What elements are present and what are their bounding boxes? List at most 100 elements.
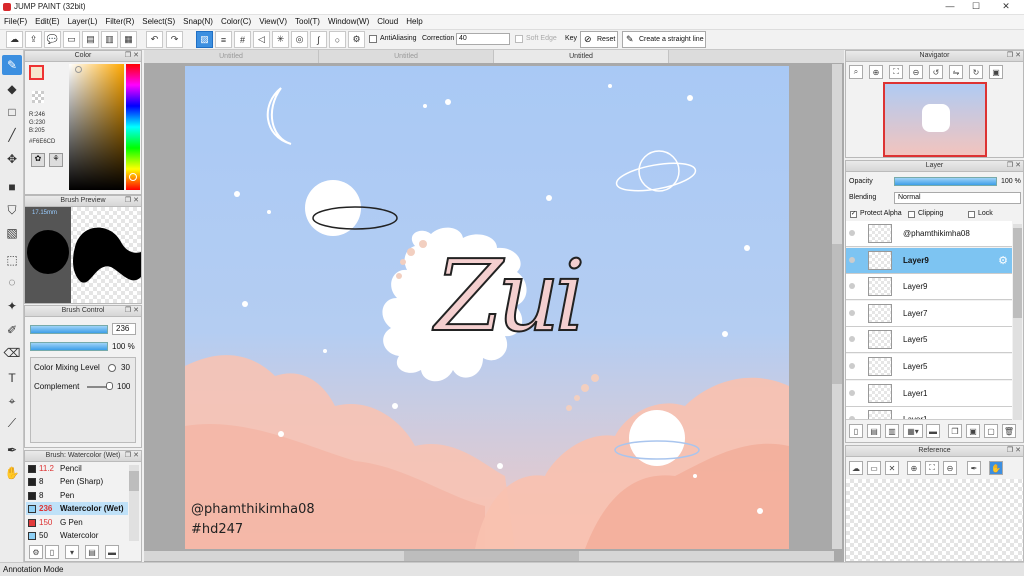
redo-icon[interactable]: ↷	[166, 31, 183, 48]
hand-tool-icon[interactable]: ✋	[2, 463, 22, 483]
merge-layer-icon[interactable]: ▣	[966, 424, 980, 438]
reference-area[interactable]	[846, 479, 1023, 561]
menu-filter[interactable]: Filter(R)	[101, 15, 138, 28]
delete-layer-icon[interactable]: 🗑	[1002, 424, 1016, 438]
canvas-horizontal-scrollbar[interactable]	[144, 551, 834, 561]
maximize-button[interactable]: ☐	[966, 1, 986, 12]
lock-checkbox[interactable]	[968, 211, 975, 218]
clipping-checkbox[interactable]	[908, 211, 915, 218]
palette-icon[interactable]: ✿	[31, 153, 45, 167]
layer-list-scrollbar[interactable]	[1013, 224, 1022, 420]
new-layer-icon[interactable]: ▯	[849, 424, 863, 438]
reference-fit-icon[interactable]: ⛶	[925, 461, 939, 475]
transparent-color-icon[interactable]	[32, 91, 44, 103]
navigator-options-icon[interactable]: ▣	[989, 65, 1003, 79]
line-tool-icon[interactable]: ╱	[2, 125, 22, 145]
layer-row[interactable]: Layer9 ⚙	[846, 247, 1012, 274]
dropper-tool-icon[interactable]: ⟋	[2, 413, 22, 433]
panel-close-icon[interactable]: ❐ ✕	[125, 451, 139, 461]
brush-list-item[interactable]: 8 Pen	[26, 489, 128, 502]
straight-line-button[interactable]: ✎ Create a straight line	[622, 31, 706, 48]
brush-list-scrollbar[interactable]	[129, 465, 139, 541]
navigator-thumbnail[interactable]	[883, 82, 987, 157]
layer-settings-icon[interactable]: ⚙	[998, 254, 1008, 267]
protect-alpha-checkbox[interactable]: ✓	[850, 211, 857, 218]
new-layer-3-icon[interactable]: ▥	[885, 424, 899, 438]
snap-grid-icon[interactable]: #	[234, 31, 251, 48]
brush-list-item[interactable]: 50 Watercolor	[26, 529, 128, 542]
layer-folder-icon[interactable]: ▬	[926, 424, 940, 438]
zoom-out-icon[interactable]: ⊖	[909, 65, 923, 79]
menu-color[interactable]: Color(C)	[217, 15, 255, 28]
layer-visibility-icon[interactable]	[849, 283, 855, 290]
eyedropper-icon[interactable]: ✒	[2, 440, 22, 460]
close-window-button[interactable]: ✕	[996, 1, 1016, 12]
snap-off-icon[interactable]: ▨	[196, 31, 213, 48]
select-rect-icon[interactable]: ⬚	[2, 250, 22, 270]
brush-folder-icon[interactable]: ▬	[105, 545, 119, 559]
clear-layer-icon[interactable]: ▢	[984, 424, 998, 438]
flip-icon[interactable]: ⇋	[949, 65, 963, 79]
layer-row[interactable]: @phamthikimha08	[846, 221, 1012, 247]
fill-shape-icon[interactable]: ■	[2, 177, 22, 197]
brush-size-input[interactable]: 236	[112, 323, 136, 335]
undo-icon[interactable]: ↶	[146, 31, 163, 48]
blending-select[interactable]: Normal	[894, 192, 1021, 204]
primary-color-swatch[interactable]	[29, 65, 44, 80]
canvas-vertical-scrollbar[interactable]	[832, 64, 842, 549]
rotate-left-icon[interactable]: ↺	[929, 65, 943, 79]
color-mixing-knob[interactable]	[108, 364, 116, 372]
panel-close-icon[interactable]: ❐ ✕	[1007, 161, 1021, 171]
gradient-tool-icon[interactable]: ▧	[2, 223, 22, 243]
artwork-canvas[interactable]: Zui @phamthikimha08 #hd247	[185, 66, 789, 549]
move-tool-icon[interactable]: ✥	[2, 149, 22, 169]
layer-row[interactable]: Layer5	[846, 354, 1012, 380]
reference-dropper-icon[interactable]: ✒	[967, 461, 981, 475]
layer-row[interactable]: Layer1	[846, 380, 1012, 407]
brush-settings-icon[interactable]: ⚙	[29, 545, 43, 559]
sv-cursor[interactable]	[75, 66, 82, 73]
layer-visibility-icon[interactable]	[849, 389, 855, 396]
reference-cloud-icon[interactable]: ☁	[849, 461, 863, 475]
snap-settings-icon[interactable]: ⚙	[348, 31, 365, 48]
reference-close-icon[interactable]: ✕	[885, 461, 899, 475]
new-layer-2-icon[interactable]: ▤	[867, 424, 881, 438]
doc-tab-1[interactable]: Untitled	[144, 50, 319, 63]
menu-help[interactable]: Help	[402, 15, 426, 28]
zoom-fit-icon[interactable]: ⌕	[849, 65, 863, 79]
new-brush-icon[interactable]: ▯	[45, 545, 59, 559]
brush-tool-icon[interactable]: ✎	[2, 55, 22, 75]
snap-concentric-icon[interactable]: ◎	[291, 31, 308, 48]
menu-tool[interactable]: Tool(T)	[291, 15, 324, 28]
menu-file[interactable]: File(F)	[0, 15, 31, 28]
brush-list-item[interactable]: 236 Watercolor (Wet)	[26, 502, 128, 516]
doc-tab-2[interactable]: Untitled	[319, 50, 494, 63]
snap-radial-icon[interactable]: ✳	[272, 31, 289, 48]
speech-bubble-icon[interactable]: 💬	[44, 31, 61, 48]
menu-edit[interactable]: Edit(E)	[31, 15, 63, 28]
cloud-icon[interactable]: ☁	[6, 31, 23, 48]
layer-row[interactable]: Layer5	[846, 327, 1012, 354]
hue-cursor[interactable]	[129, 173, 137, 181]
snap-circle-icon[interactable]: ○	[329, 31, 346, 48]
rectangle-tool-icon[interactable]: □	[2, 102, 22, 122]
panel-close-icon[interactable]: ❐ ✕	[1007, 446, 1021, 456]
brush-menu-icon[interactable]: ▾	[65, 545, 79, 559]
actual-size-icon[interactable]: ⛶	[889, 65, 903, 79]
minimize-button[interactable]: —	[940, 1, 960, 11]
menu-cloud[interactable]: Cloud	[373, 15, 402, 28]
complement-knob[interactable]	[106, 382, 113, 390]
reset-button[interactable]: ⊘ Reset	[580, 31, 618, 48]
select-pen-icon[interactable]: ✐	[2, 320, 22, 340]
document-icon[interactable]: ▤	[82, 31, 99, 48]
eraser-tool-icon[interactable]: ◆	[2, 79, 22, 99]
monitor-icon[interactable]: ▭	[63, 31, 80, 48]
antialiasing-checkbox[interactable]	[369, 35, 377, 43]
reference-zoom-out-icon[interactable]: ⊖	[943, 461, 957, 475]
brush-list-item[interactable]: 150 G Pen	[26, 516, 128, 529]
panel-close-icon[interactable]: ❐ ✕	[125, 196, 139, 206]
panel-close-icon[interactable]: ❐ ✕	[125, 306, 139, 316]
layer-opacity-slider[interactable]	[894, 177, 997, 186]
add-layer-menu-icon[interactable]: ▦▾	[903, 424, 923, 438]
snap-curve-icon[interactable]: ∫	[310, 31, 327, 48]
